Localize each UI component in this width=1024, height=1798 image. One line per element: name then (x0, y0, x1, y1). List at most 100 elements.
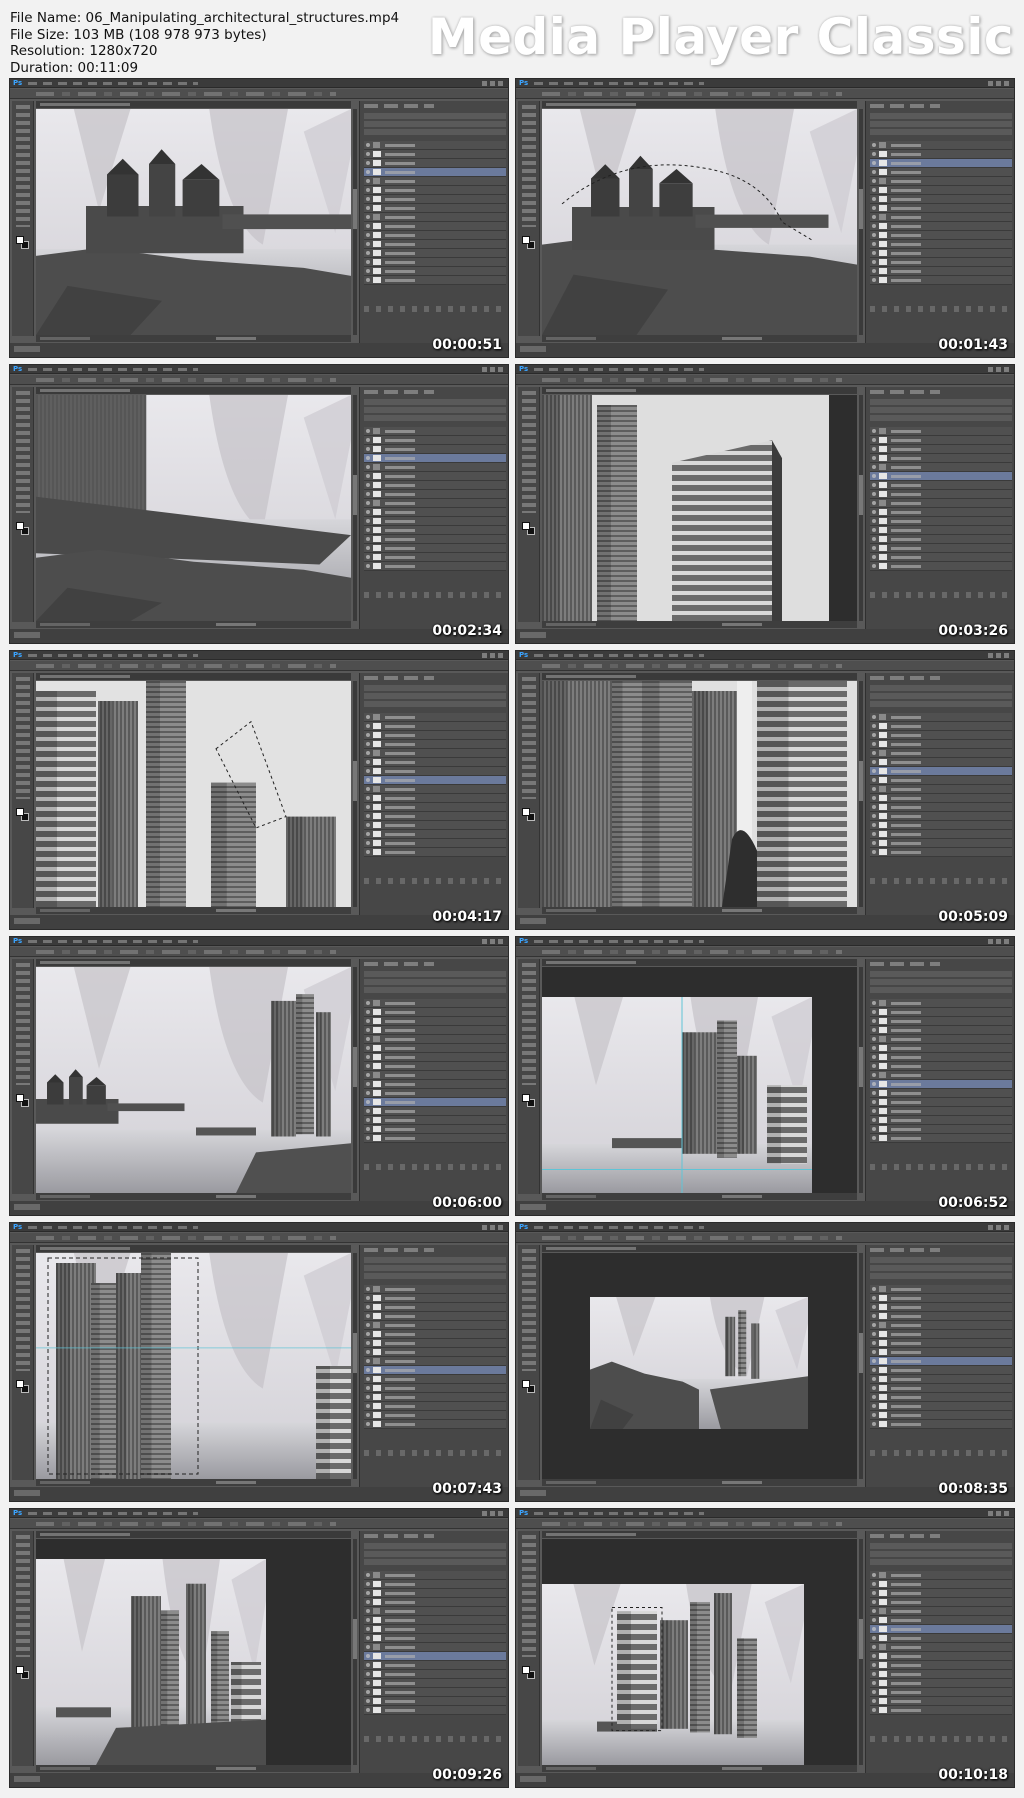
eye-icon[interactable] (872, 715, 876, 719)
canvas-area[interactable] (542, 395, 857, 621)
layer-row[interactable] (364, 1580, 506, 1589)
eye-icon[interactable] (366, 1413, 370, 1417)
layer-row[interactable] (870, 1134, 1012, 1143)
layer-row[interactable] (364, 1339, 506, 1348)
layer-row[interactable] (364, 436, 506, 445)
layer-row[interactable] (364, 1411, 506, 1420)
eye-icon[interactable] (872, 510, 876, 514)
eye-icon[interactable] (872, 1645, 876, 1649)
layer-row[interactable] (364, 222, 506, 231)
eye-icon[interactable] (872, 850, 876, 854)
zoom-readout[interactable] (546, 623, 596, 626)
layer-row[interactable] (364, 499, 506, 508)
layer-row[interactable] (364, 713, 506, 722)
eye-icon[interactable] (872, 1010, 876, 1014)
layer-row[interactable] (364, 758, 506, 767)
layer-row[interactable] (870, 1330, 1012, 1339)
eye-icon[interactable] (366, 447, 370, 451)
foreground-color-swatch[interactable] (16, 1380, 24, 1388)
adjustments-panel[interactable] (364, 971, 506, 993)
eye-icon[interactable] (872, 823, 876, 827)
eye-icon[interactable] (366, 1582, 370, 1586)
document-tab[interactable] (36, 673, 351, 680)
layer-row[interactable] (364, 1008, 506, 1017)
layer-row[interactable] (870, 1125, 1012, 1134)
eye-icon[interactable] (872, 474, 876, 478)
eye-icon[interactable] (872, 1001, 876, 1005)
layer-row[interactable] (870, 1321, 1012, 1330)
eye-icon[interactable] (366, 269, 370, 273)
eye-icon[interactable] (366, 1573, 370, 1577)
layer-row[interactable] (364, 1303, 506, 1312)
horizontal-scrollbar[interactable] (722, 623, 762, 626)
eye-icon[interactable] (366, 1609, 370, 1613)
vertical-scrollbar[interactable] (859, 395, 863, 621)
canvas-area[interactable] (36, 967, 351, 1193)
layer-row[interactable] (870, 204, 1012, 213)
document-canvas[interactable] (36, 109, 351, 335)
eye-icon[interactable] (872, 787, 876, 791)
vertical-scrollbar[interactable] (353, 967, 357, 1193)
eye-icon[interactable] (872, 215, 876, 219)
layer-row[interactable] (870, 1017, 1012, 1026)
document-tab[interactable] (542, 387, 857, 394)
foreground-color-swatch[interactable] (16, 1666, 24, 1674)
eye-icon[interactable] (872, 1591, 876, 1595)
layer-row[interactable] (870, 526, 1012, 535)
layer-row[interactable] (870, 490, 1012, 499)
tool-icons[interactable] (522, 391, 536, 513)
eye-icon[interactable] (366, 1073, 370, 1077)
layer-row[interactable] (870, 1080, 1012, 1089)
zoom-readout[interactable] (546, 1481, 596, 1484)
window-controls[interactable] (482, 1225, 504, 1230)
eye-icon[interactable] (872, 161, 876, 165)
eye-icon[interactable] (872, 769, 876, 773)
eye-icon[interactable] (366, 1332, 370, 1336)
adjustments-panel[interactable] (870, 971, 1012, 993)
layer-row[interactable] (870, 240, 1012, 249)
eye-icon[interactable] (366, 188, 370, 192)
layer-row[interactable] (364, 1420, 506, 1429)
menu-items[interactable] (534, 82, 704, 85)
eye-icon[interactable] (366, 242, 370, 246)
layer-row[interactable] (870, 1697, 1012, 1706)
eye-icon[interactable] (366, 1028, 370, 1032)
eye-icon[interactable] (872, 269, 876, 273)
tool-options[interactable] (36, 1236, 336, 1240)
scroll-thumb[interactable] (353, 189, 357, 229)
canvas-area[interactable] (36, 395, 351, 621)
eye-icon[interactable] (872, 1100, 876, 1104)
layer-row[interactable] (364, 1616, 506, 1625)
layer-row[interactable] (364, 1366, 506, 1375)
zoom-readout[interactable] (546, 909, 596, 912)
adjustments-panel[interactable] (870, 113, 1012, 135)
layer-row[interactable] (364, 821, 506, 830)
document-canvas[interactable] (36, 395, 351, 621)
eye-icon[interactable] (366, 715, 370, 719)
eye-icon[interactable] (366, 769, 370, 773)
vertical-scrollbar[interactable] (353, 681, 357, 907)
layer-row[interactable] (364, 204, 506, 213)
layer-row[interactable] (364, 848, 506, 857)
foreground-color-swatch[interactable] (522, 236, 530, 244)
layer-row[interactable] (364, 1053, 506, 1062)
layer-row[interactable] (870, 1294, 1012, 1303)
layer-row[interactable] (364, 1706, 506, 1715)
eye-icon[interactable] (872, 1368, 876, 1372)
foreground-color-swatch[interactable] (16, 522, 24, 530)
layer-row[interactable] (364, 1375, 506, 1384)
eye-icon[interactable] (872, 1019, 876, 1023)
menu-items[interactable] (28, 82, 198, 85)
window-controls[interactable] (988, 367, 1010, 372)
eye-icon[interactable] (366, 1082, 370, 1086)
eye-icon[interactable] (872, 1028, 876, 1032)
layer-row[interactable] (364, 1312, 506, 1321)
vertical-scrollbar[interactable] (353, 109, 357, 335)
scroll-thumb[interactable] (353, 475, 357, 515)
eye-icon[interactable] (366, 1618, 370, 1622)
document-tab[interactable] (542, 101, 857, 108)
eye-icon[interactable] (872, 733, 876, 737)
eye-icon[interactable] (872, 519, 876, 523)
menu-items[interactable] (28, 1512, 198, 1515)
layer-row[interactable] (870, 1634, 1012, 1643)
